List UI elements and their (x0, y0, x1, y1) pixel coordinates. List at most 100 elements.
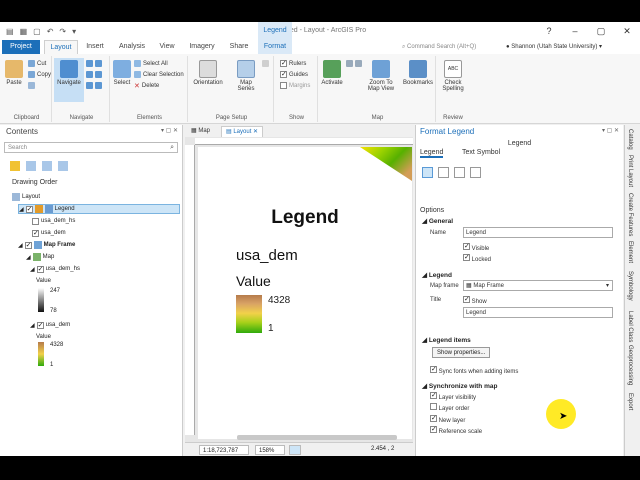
guides-checkbox[interactable] (280, 70, 287, 78)
layer-order-checkbox[interactable] (430, 403, 437, 410)
dock-tab-print-layout[interactable]: Print Layout (627, 155, 633, 187)
usa-dem-checkbox[interactable] (32, 229, 39, 237)
new-layer-option[interactable]: New layer (430, 414, 465, 424)
tree-item-legend[interactable]: ◢ Legend (18, 204, 180, 214)
previous-extent-button[interactable] (86, 82, 102, 89)
list-by-selection-icon[interactable] (42, 161, 52, 171)
tree-item-usa-dem-hs[interactable]: usa_dem_hs (32, 216, 75, 226)
show-title-option[interactable]: Show (463, 295, 487, 305)
orientation-button[interactable]: Orientation (192, 60, 224, 86)
drawing-order-icon[interactable] (10, 161, 20, 171)
tree-item-map-frame[interactable]: ◢ Map Frame (18, 240, 75, 250)
minimize-button[interactable]: – (562, 22, 588, 40)
sync-fonts-checkbox[interactable] (430, 365, 437, 373)
cut-button[interactable]: Cut (28, 60, 46, 67)
tab-insert[interactable]: Insert (80, 40, 110, 54)
map-frame-checkbox[interactable] (24, 241, 32, 249)
legend-color-ramp[interactable] (236, 295, 262, 333)
legend-items-section[interactable]: ◢ Legend items (422, 336, 471, 344)
arrangement-icon[interactable] (438, 167, 449, 178)
show-properties-button[interactable]: Show properties... (432, 347, 491, 358)
paste-button[interactable]: Paste (4, 60, 24, 86)
activate-button[interactable]: Activate (320, 60, 344, 86)
maximize-button[interactable]: ▢ (588, 22, 614, 40)
tab-layout[interactable]: Layout (44, 40, 78, 54)
tab-format[interactable]: Format (258, 40, 292, 54)
display-icon[interactable] (454, 167, 465, 178)
tab-text-symbol[interactable]: Text Symbol (462, 149, 500, 156)
layout-page[interactable]: Legend usa_dem Value 4328 1 (198, 147, 412, 439)
name-input[interactable]: Legend (463, 227, 613, 238)
margins-toggle[interactable]: Margins (280, 82, 310, 89)
select-button[interactable]: Select (112, 60, 132, 86)
map-series-button[interactable]: Map Series (232, 60, 260, 92)
guides-toggle[interactable]: Guides (280, 70, 308, 78)
contents-search-input[interactable]: Search ⌕ (4, 142, 178, 153)
layer-order-option[interactable]: Layer order (430, 403, 469, 412)
format-painter-button[interactable] (28, 82, 35, 89)
select-all-button[interactable]: Select All (134, 60, 168, 67)
tab-share[interactable]: Share (224, 40, 254, 54)
dock-tab-label-class[interactable]: Label Class (627, 311, 633, 342)
copy-button[interactable]: Copy (28, 71, 51, 78)
legend-title[interactable]: Legend (198, 207, 412, 229)
options-icon[interactable] (422, 167, 433, 178)
placement-icon[interactable] (470, 167, 481, 178)
new-layer-checkbox[interactable] (430, 414, 437, 422)
rulers-toggle[interactable]: Rulers (280, 59, 306, 67)
command-search[interactable]: ⌕ Command Search (Alt+Q) (402, 42, 502, 53)
tree-item-usa-dem[interactable]: usa_dem (32, 228, 66, 238)
rulers-checkbox[interactable] (280, 59, 287, 67)
dock-tab-geoprocessing[interactable]: Geoprocessing (627, 345, 633, 385)
zoom-to-map-view-button[interactable]: Zoom To Map View (366, 60, 396, 92)
legend-field-name[interactable]: Value (236, 273, 271, 289)
tab-view[interactable]: View (154, 40, 180, 54)
legend-low-label[interactable]: 1 (268, 323, 274, 334)
map-frame-dropdown[interactable]: ▦ Map Frame ▾ (463, 280, 613, 291)
bookmarks-button[interactable]: Bookmarks (402, 60, 434, 86)
reference-scale-checkbox[interactable] (430, 425, 437, 433)
page-size-button[interactable] (262, 60, 269, 67)
zoom-page-button[interactable] (86, 71, 102, 78)
dock-tab-element[interactable]: Element (627, 241, 633, 263)
list-by-editing-icon[interactable] (58, 161, 68, 171)
sync-fonts-option[interactable]: Sync fonts when adding items (430, 365, 518, 375)
map-frame-element[interactable] (360, 147, 412, 181)
sync-map-section[interactable]: ◢ Synchronize with map (422, 382, 497, 390)
dock-tab-export[interactable]: Export (627, 393, 633, 410)
view-tab-layout[interactable]: ▤ Layout ✕ (221, 126, 264, 137)
tree-item-usa-dem-layer[interactable]: ◢ usa_dem (30, 320, 70, 330)
dock-tab-symbology[interactable]: Symbology (627, 271, 633, 301)
close-button[interactable]: ✕ (614, 22, 640, 40)
general-section[interactable]: ◢ General (422, 217, 453, 225)
dock-tab-create-features[interactable]: Create Features (627, 193, 633, 236)
legend-high-label[interactable]: 4328 (268, 295, 290, 306)
dock-tab-catalog[interactable]: Catalog (627, 129, 633, 150)
check-spelling-button[interactable]: ABC Check Spelling (440, 60, 466, 92)
locked-checkbox[interactable] (463, 253, 470, 261)
tree-item-layout[interactable]: Layout (12, 192, 40, 202)
map-nav-buttons[interactable] (346, 60, 362, 67)
layer-visibility-option[interactable]: Layer visibility (430, 391, 476, 401)
list-by-source-icon[interactable] (26, 161, 36, 171)
usa-dem-layer-checkbox[interactable] (36, 321, 44, 329)
navigate-button[interactable]: Navigate (54, 58, 84, 102)
delete-button[interactable]: ✕ Delete (134, 82, 159, 90)
margins-checkbox[interactable] (280, 82, 287, 89)
zoom-box[interactable]: 158% (255, 445, 285, 455)
scale-box[interactable]: 1:18,723,787 (199, 445, 249, 455)
fixed-zoom-icon[interactable] (289, 445, 301, 455)
legend-visibility-checkbox[interactable] (25, 205, 33, 213)
user-account[interactable]: ● Shannon (Utah State University) ▾ (506, 42, 602, 53)
legend-layer-name[interactable]: usa_dem (236, 247, 298, 264)
legend-section[interactable]: ◢ Legend (422, 271, 452, 279)
pane-controls[interactable]: ▾ ▢ ✕ (602, 125, 619, 138)
show-title-checkbox[interactable] (463, 295, 470, 303)
close-tab-icon[interactable]: ✕ (253, 129, 258, 135)
title-input[interactable]: Legend (463, 307, 613, 318)
clear-selection-button[interactable]: Clear Selection (134, 71, 184, 78)
pane-controls[interactable]: ▾ ▢ ✕ (161, 125, 178, 138)
usa-dem-hs-checkbox[interactable] (32, 217, 39, 225)
zoom-full-button[interactable] (86, 60, 102, 67)
layer-visibility-checkbox[interactable] (430, 391, 437, 399)
